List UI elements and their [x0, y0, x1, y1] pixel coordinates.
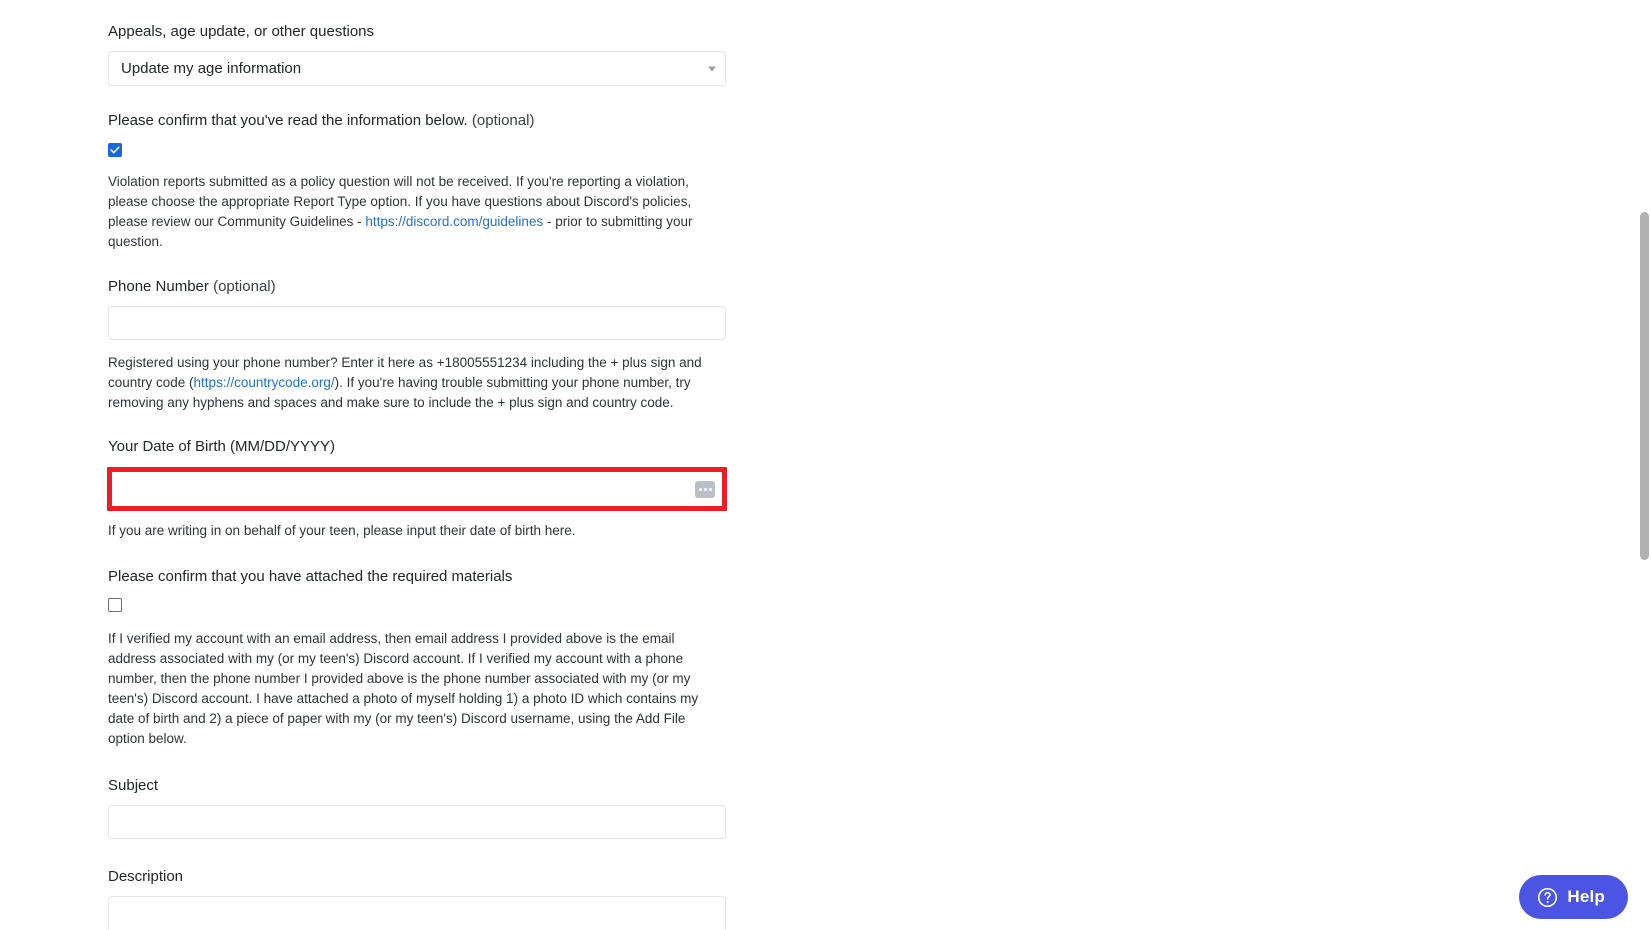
page-scrollbar[interactable] — [1636, 0, 1651, 930]
phone-number-label-text: Phone Number — [108, 278, 209, 295]
check-icon — [110, 146, 120, 154]
request-type-select[interactable]: Update my age information — [108, 51, 726, 86]
subject-group: Subject — [108, 776, 726, 839]
materials-confirm-description: If I verified my account with an email a… — [108, 631, 699, 746]
chevron-down-icon[interactable] — [708, 66, 716, 71]
request-type-group: Appeals, age update, or other questions … — [108, 0, 726, 86]
policy-confirm-label: Please confirm that you've read the info… — [108, 111, 726, 131]
description-textarea[interactable] — [108, 896, 726, 930]
phone-number-group: Phone Number (optional) Registered using… — [108, 277, 726, 413]
date-of-birth-label: Your Date of Birth (MM/DD/YYYY) — [108, 438, 336, 455]
ellipsis-dot — [708, 487, 712, 491]
help-button[interactable]: Help — [1519, 875, 1628, 919]
materials-confirm-group: Please confirm that you have attached th… — [108, 567, 726, 749]
phone-number-optional-tag: (optional) — [208, 278, 276, 295]
date-of-birth-group: Your Date of Birth (MM/DD/YYYY) If you a… — [107, 437, 727, 541]
phone-number-input[interactable] — [108, 306, 726, 340]
ellipsis-dot — [703, 487, 707, 491]
support-request-form: Appeals, age update, or other questions … — [107, 0, 727, 930]
question-circle-icon — [1538, 887, 1558, 907]
community-guidelines-link[interactable]: https://discord.com/guidelines — [365, 214, 543, 229]
request-type-label: Appeals, age update, or other questions — [108, 23, 375, 40]
request-type-selected-value: Update my age information — [121, 60, 302, 77]
description-label: Description — [108, 868, 184, 885]
phone-number-label: Phone Number (optional) — [108, 277, 726, 297]
materials-confirm-checkbox[interactable] — [108, 598, 122, 612]
subject-label: Subject — [108, 777, 159, 794]
help-button-label: Help — [1567, 887, 1605, 906]
date-of-birth-input[interactable] — [108, 468, 726, 510]
page-scrollbar-thumb[interactable] — [1640, 212, 1649, 560]
country-code-link[interactable]: https://countrycode.org/ — [194, 375, 335, 390]
description-group: Description — [108, 867, 726, 930]
phone-number-helper: Registered using your phone number? Ente… — [108, 353, 722, 413]
page-root: Appeals, age update, or other questions … — [0, 0, 1651, 930]
policy-confirm-description: Violation reports submitted as a policy … — [108, 172, 720, 252]
policy-confirm-checkbox[interactable] — [108, 143, 122, 157]
policy-confirm-group: Please confirm that you've read the info… — [108, 111, 726, 252]
ellipsis-dot — [698, 487, 702, 491]
policy-confirm-optional-tag: (optional) — [467, 112, 535, 129]
date-of-birth-field-wrapper — [107, 467, 727, 511]
date-of-birth-helper: If you are writing in on behalf of your … — [108, 523, 576, 538]
policy-confirm-label-text: Please confirm that you've read the info… — [108, 112, 468, 129]
ellipsis-icon[interactable] — [695, 480, 715, 498]
subject-input[interactable] — [108, 805, 726, 839]
materials-confirm-label: Please confirm that you have attached th… — [108, 568, 513, 585]
